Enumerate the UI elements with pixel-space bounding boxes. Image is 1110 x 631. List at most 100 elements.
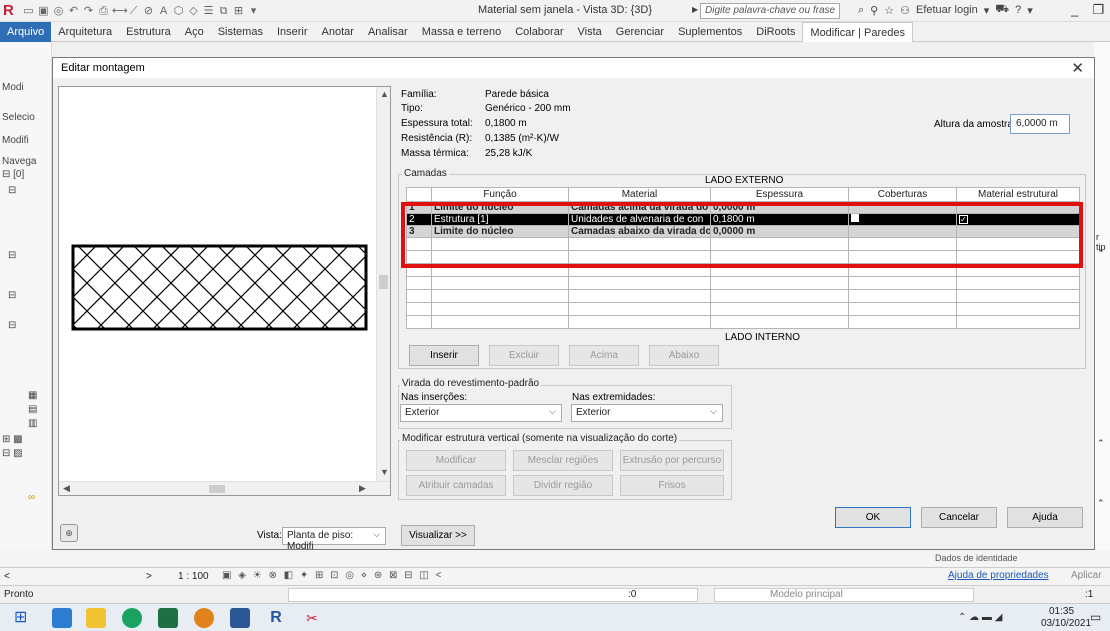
ribbon-tab[interactable]: Arquitetura [51,22,119,42]
preview-horizontal-scrollbar[interactable]: ◀ ▶ [59,481,390,495]
minimize-icon[interactable]: _ [1071,2,1078,18]
restore-icon[interactable]: ❐ [1092,2,1104,18]
tray-icons[interactable]: ⌃ ☁ ▬ ◢ [958,612,1002,623]
user-icon[interactable]: ⚇ [900,4,910,17]
scroll-right-icon[interactable]: ▶ [359,483,366,494]
status-field[interactable] [288,588,698,602]
scroll-thumb[interactable] [209,485,225,493]
chevron-up-icon[interactable]: ⌃ [1097,498,1105,509]
tree-toggle-icon[interactable]: ⊟ [8,320,16,331]
help-button[interactable]: Ajuda [1007,507,1083,528]
ok-button[interactable]: OK [835,507,911,528]
ribbon-tab[interactable]: Aço [178,22,211,42]
links-icon[interactable]: ∞ [28,492,35,503]
scroll-left-icon[interactable]: ◀ [63,483,70,494]
close-icon[interactable]: ✕ [1071,59,1084,77]
cart-icon[interactable]: ⛟ [995,3,1009,17]
delete-button[interactable]: Excluir [489,345,559,366]
star-icon[interactable]: ☆ [884,4,894,17]
browser-icon[interactable] [194,608,214,628]
search-expand-icon[interactable]: ▶ [692,5,698,14]
ribbon-tab[interactable]: Massa e terreno [415,22,508,42]
column-header[interactable]: Material [568,187,711,202]
split-region-button[interactable]: Dividir região [513,475,613,496]
ribbon-tab[interactable]: Modificar | Paredes [802,21,913,42]
model-field[interactable] [714,588,974,602]
move-up-button[interactable]: Acima [569,345,639,366]
save-icon[interactable]: ▣ [37,4,50,18]
excel-icon[interactable] [158,608,178,628]
assign-layers-button[interactable]: Atribuir camadas [406,475,506,496]
print-icon[interactable]: ⎙ [97,4,110,18]
windows-start-icon[interactable]: ⊞ [14,608,34,628]
modify-label[interactable]: Modi [2,82,24,93]
dimension-icon[interactable]: ⟋ [127,4,140,18]
column-header[interactable]: Coberturas [848,187,957,202]
file-explorer-icon[interactable] [52,608,72,628]
sheet-icon[interactable]: ▦ [28,390,37,401]
apply-button[interactable]: Aplicar [1071,570,1102,581]
table-row[interactable] [406,289,1080,303]
search-input[interactable]: Digite palavra-chave ou frase [700,3,840,19]
undo-icon[interactable]: ↶ [67,4,80,18]
notification-icon[interactable]: ▭ [1090,610,1101,624]
text-icon[interactable]: A [157,4,170,18]
merge-regions-button[interactable]: Mesclar regiões [513,450,613,471]
scroll-down-icon[interactable]: ▼ [380,467,389,477]
word-icon[interactable] [230,608,250,628]
modify-button[interactable]: Modificar [406,450,506,471]
scroll-left-icon[interactable]: < [4,571,10,582]
at-inserts-select[interactable]: Exterior ⌵ [400,404,562,422]
move-down-button[interactable]: Abaixo [649,345,719,366]
cancel-button[interactable]: Cancelar [921,507,997,528]
redo-icon[interactable]: ↷ [82,4,95,18]
sync-icon[interactable]: ◎ [52,4,65,18]
revit-logo-icon[interactable]: R [3,2,19,19]
binoculars-icon[interactable]: ⌕ [858,4,864,17]
families-icon[interactable]: ⊞ ▩ [2,434,23,445]
chevron-down-icon[interactable]: ▾ [1027,4,1033,17]
zoom-icon[interactable]: ⊕ [60,524,78,542]
close-hidden-icon[interactable]: ⧉ [217,4,230,18]
ribbon-tab[interactable]: DiRoots [749,22,802,42]
preview-vertical-scrollbar[interactable]: ▲ ▼ [376,87,390,482]
tree-toggle-icon[interactable]: ⊟ [8,290,16,301]
wall-preview[interactable]: ▲ ▼ ◀ ▶ [58,86,391,496]
subscription-icon[interactable]: ⚲ [870,4,878,17]
preview-button[interactable]: Visualizar >> [401,525,475,546]
revit-taskbar-icon[interactable]: R [266,608,286,628]
thin-lines-icon[interactable]: ☰ [202,4,215,18]
ribbon-tab[interactable]: Vista [571,22,609,42]
ribbon-tab[interactable]: Estrutura [119,22,178,42]
column-header[interactable]: Material estrutural [956,187,1080,202]
sample-height-input[interactable]: 6,0000 m [1010,114,1070,134]
column-header[interactable]: Espessura [710,187,849,202]
schedule-icon[interactable]: ▤ [28,404,37,415]
clock-date[interactable]: 03/10/2021 [1041,618,1091,629]
app-taskbar-icon[interactable]: ✂ [302,608,322,628]
open-icon[interactable]: ▭ [22,4,35,18]
tree-toggle-icon[interactable]: ⊟ [8,250,16,261]
tree-toggle-icon[interactable]: ⊟ [8,185,16,196]
modify-tab-label[interactable]: Modifi [2,135,29,146]
scroll-thumb[interactable] [379,275,388,289]
scroll-up-icon[interactable]: ▲ [380,89,389,99]
column-header[interactable]: Função [431,187,569,202]
help-icon[interactable]: ? [1015,4,1021,16]
ribbon-tab[interactable]: Arquivo [0,21,52,42]
ribbon-tab[interactable]: Sistemas [211,22,270,42]
ribbon-tab[interactable]: Inserir [270,22,315,42]
measure-icon[interactable]: ⟷ [112,4,128,18]
scroll-right-icon[interactable]: > [146,571,152,582]
tree-toggle-icon[interactable]: ⊟ [0] [2,169,24,180]
insert-button[interactable]: Inserir [409,345,479,366]
clock-time[interactable]: 01:35 [1049,606,1074,617]
groups-icon[interactable]: ⊟ ▨ [2,448,23,459]
table-row[interactable] [406,276,1080,290]
customize-icon[interactable]: ▾ [247,4,260,18]
table-row[interactable] [406,302,1080,316]
view-select[interactable]: Planta de piso: Modifi ⌵ [282,527,386,552]
sweeps-button[interactable]: Extrusão por percurso [620,450,724,471]
properties-help-link[interactable]: Ajuda de propriedades [948,570,1049,581]
chevron-up-icon[interactable]: ⌃ [1097,248,1105,259]
